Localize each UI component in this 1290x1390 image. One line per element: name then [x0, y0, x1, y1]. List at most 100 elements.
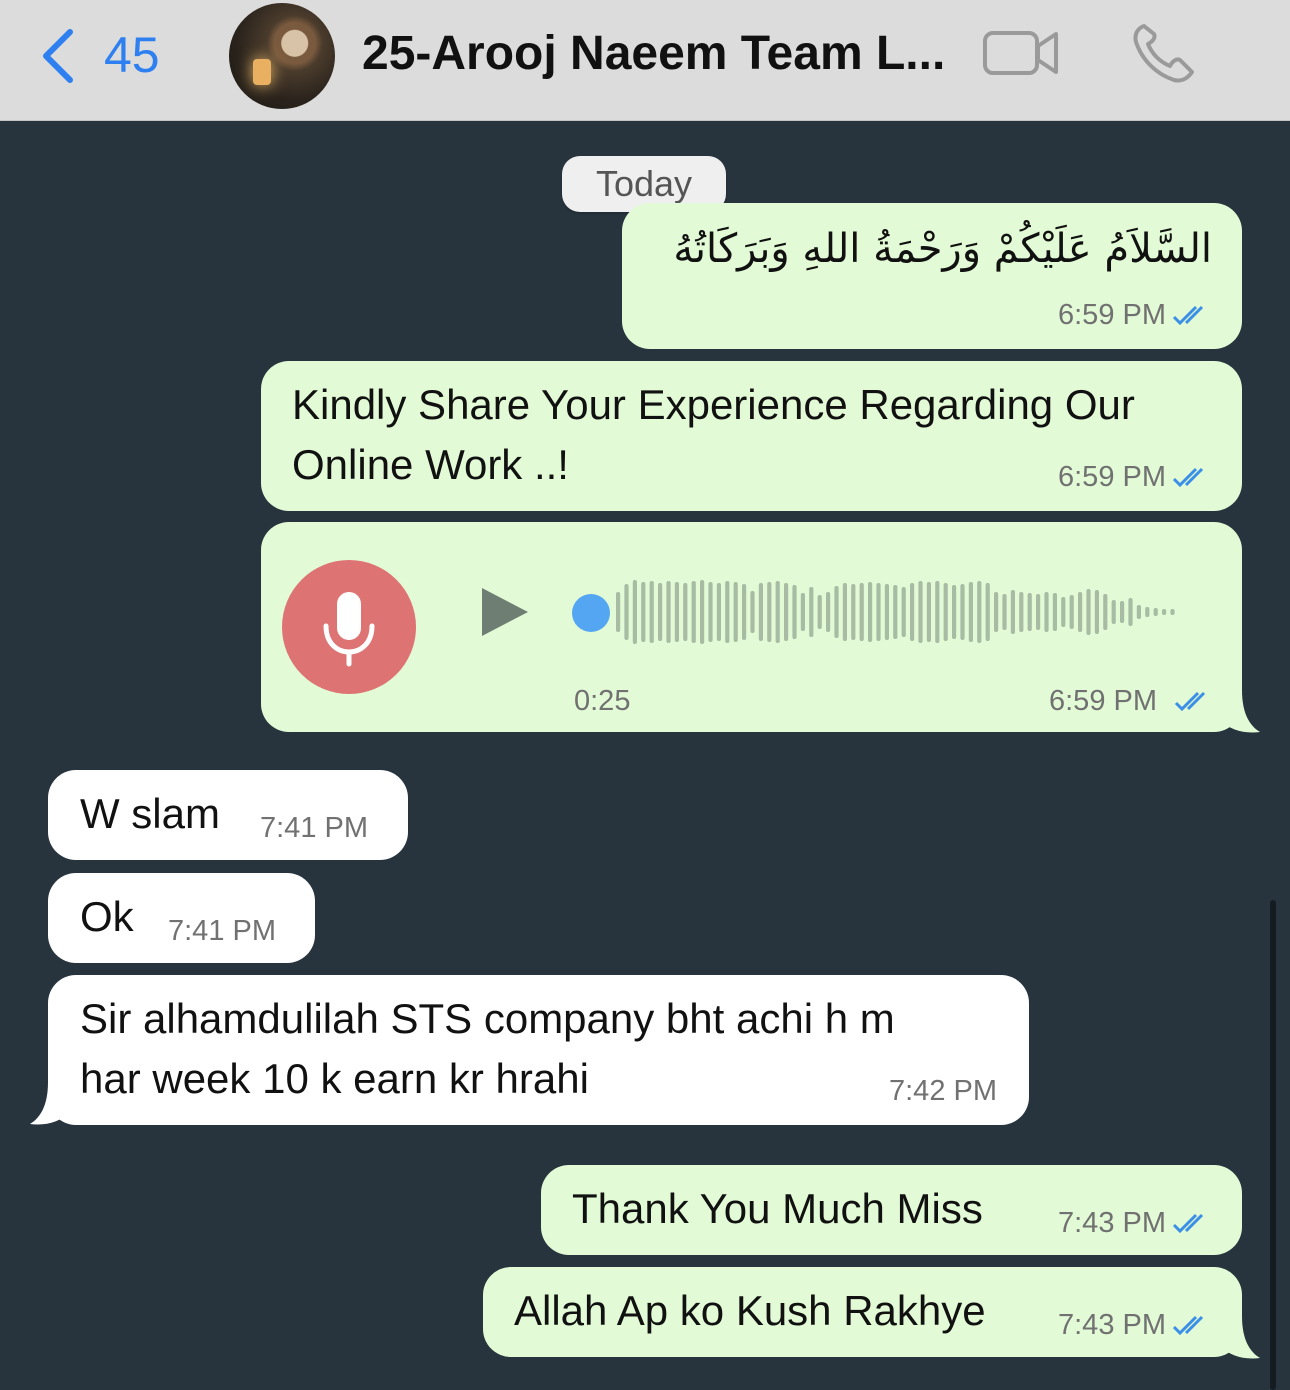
- voice-duration: 0:25: [574, 685, 631, 717]
- waveform-bar: [1069, 595, 1074, 629]
- waveform-bar: [834, 586, 839, 638]
- waveform-bar: [926, 582, 931, 642]
- scrollbar[interactable]: [1270, 900, 1276, 1390]
- waveform-bar: [691, 581, 696, 643]
- incoming-message[interactable]: W slam 7:41 PM: [48, 770, 408, 860]
- chat-title[interactable]: 25-Arooj Naeem Team L...: [362, 26, 945, 81]
- unread-count[interactable]: 45: [104, 26, 160, 84]
- waveform-bar: [725, 581, 730, 643]
- message-time: 7:43 PM: [1058, 1207, 1166, 1239]
- waveform-bar: [893, 585, 898, 639]
- waveform-bar: [851, 584, 856, 640]
- waveform-bar: [910, 583, 915, 641]
- waveform-bar: [994, 592, 999, 632]
- back-chevron-icon[interactable]: [38, 28, 78, 84]
- waveform-bar: [826, 592, 831, 632]
- waveform-bar: [1086, 589, 1091, 635]
- outgoing-message[interactable]: Allah Ap ko Kush Rakhye 7:43 PM: [483, 1267, 1242, 1357]
- waveform-bar: [792, 585, 797, 639]
- message-time: 6:59 PM: [1049, 685, 1157, 717]
- double-check-icon: [1172, 305, 1204, 326]
- waveform-bar: [666, 581, 671, 643]
- message-time: 7:41 PM: [168, 915, 276, 947]
- waveform-bar: [960, 584, 965, 640]
- incoming-message[interactable]: Sir alhamdulilah STS company bht achi h …: [48, 975, 1029, 1125]
- message-text-line: har week 10 k earn kr hrahi: [80, 1055, 589, 1102]
- waveform-bar: [842, 583, 847, 641]
- waveform-bar: [624, 584, 629, 640]
- waveform-bar: [1120, 601, 1125, 623]
- waveform-bar: [1052, 593, 1057, 631]
- message-time: 7:42 PM: [889, 1075, 997, 1107]
- message-time: 7:43 PM: [1058, 1309, 1166, 1341]
- waveform-bar: [1136, 605, 1141, 619]
- waveform-bar: [868, 582, 873, 642]
- waveform-bar: [658, 583, 663, 641]
- waveform-bar: [775, 581, 780, 643]
- message-text-line: Sir alhamdulilah STS company bht achi h …: [80, 995, 895, 1042]
- bubble-tail: [30, 1082, 70, 1125]
- double-check-icon: [1174, 691, 1206, 712]
- double-check-icon: [1172, 1315, 1204, 1336]
- message-time: 7:41 PM: [260, 812, 368, 844]
- waveform-bar: [1145, 607, 1150, 617]
- waveform-bar: [1094, 590, 1099, 634]
- waveform-bar: [632, 580, 637, 644]
- playback-scrubber[interactable]: [572, 594, 610, 632]
- waveform-bar: [1019, 592, 1024, 632]
- waveform-bar: [649, 581, 654, 643]
- video-call-icon[interactable]: [982, 28, 1060, 78]
- waveform-bar: [876, 583, 881, 641]
- waveform-bar: [674, 582, 679, 642]
- waveform-bar: [918, 581, 923, 643]
- waveform-bar: [884, 584, 889, 640]
- message-text-line: Online Work ..!: [292, 441, 569, 488]
- waveform-bar: [1078, 592, 1083, 632]
- outgoing-message[interactable]: السَّلاَمُ عَلَيْكُمْ وَرَحْمَةُ اللهِ و…: [622, 203, 1242, 349]
- waveform-bar: [716, 583, 721, 641]
- waveform-bar: [800, 593, 805, 631]
- waveform-bar: [742, 584, 747, 640]
- double-check-icon: [1172, 1213, 1204, 1234]
- waveform-bar: [1002, 594, 1007, 630]
- waveform-bar: [1111, 600, 1116, 624]
- waveform-bar: [1128, 598, 1133, 626]
- waveform-bar: [767, 582, 772, 642]
- waveform-bar: [1162, 609, 1167, 615]
- microphone-icon: [323, 592, 375, 667]
- waveform-bar: [977, 581, 982, 643]
- message-time: 6:59 PM: [1058, 461, 1166, 493]
- contact-avatar[interactable]: [229, 3, 335, 109]
- waveform-bar: [700, 580, 705, 644]
- waveform-bar: [1061, 597, 1066, 627]
- waveform-bar: [952, 585, 957, 639]
- outgoing-message[interactable]: Thank You Much Miss 7:43 PM: [541, 1165, 1242, 1255]
- bubble-tail: [1220, 1316, 1260, 1359]
- audio-waveform[interactable]: [614, 572, 1194, 652]
- waveform-bar: [1027, 593, 1032, 631]
- double-check-icon: [1172, 467, 1204, 488]
- waveform-bar: [809, 587, 814, 637]
- waveform-bar: [1036, 594, 1041, 630]
- waveform-bar: [1170, 609, 1175, 615]
- waveform-bar: [708, 582, 713, 642]
- waveform-bar: [758, 583, 763, 641]
- message-text: Thank You Much Miss: [572, 1185, 983, 1232]
- bubble-tail: [1220, 690, 1260, 733]
- waveform-bar: [641, 582, 646, 642]
- play-icon[interactable]: [480, 586, 530, 638]
- waveform-bar: [1010, 590, 1015, 634]
- voice-avatar: [282, 560, 416, 694]
- waveform-bar: [901, 587, 906, 637]
- waveform-bar: [1153, 608, 1158, 616]
- waveform-bar: [616, 592, 621, 632]
- waveform-bar: [1103, 594, 1108, 630]
- message-text: السَّلاَمُ عَلَيْكُمْ وَرَحْمَةُ اللهِ و…: [673, 226, 1212, 272]
- waveform-bar: [943, 583, 948, 641]
- incoming-message[interactable]: Ok 7:41 PM: [48, 873, 315, 963]
- message-text: W slam: [80, 790, 220, 837]
- message-time: 6:59 PM: [1058, 299, 1166, 331]
- message-text-line: Kindly Share Your Experience Regarding O…: [292, 381, 1135, 428]
- outgoing-message[interactable]: Kindly Share Your Experience Regarding O…: [261, 361, 1242, 511]
- phone-call-icon[interactable]: [1130, 22, 1196, 84]
